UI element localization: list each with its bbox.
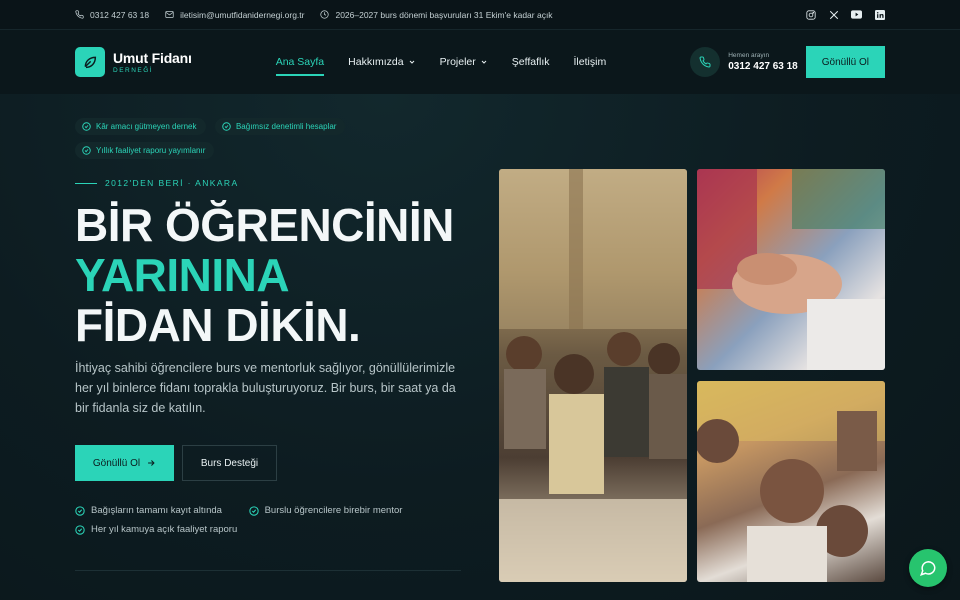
chat-bubble-icon bbox=[919, 561, 936, 576]
badge-nonprofit: Kâr amacı gütmeyen dernek bbox=[75, 118, 206, 135]
linkedin-icon[interactable] bbox=[874, 9, 885, 20]
clock-icon bbox=[320, 10, 330, 19]
nav-item-label: Projeler bbox=[439, 56, 476, 68]
check-circle-icon bbox=[75, 505, 85, 516]
check-circle-icon bbox=[75, 524, 85, 535]
check-circle-icon bbox=[82, 122, 91, 131]
check-label: Her yıl kamuya açık faaliyet raporu bbox=[91, 524, 238, 535]
social-links bbox=[805, 9, 885, 20]
hero-eyebrow: 2012'DEN BERİ · ANKARA bbox=[75, 178, 239, 188]
leaf-logo-icon bbox=[75, 47, 105, 77]
badge-label: Yıllık faaliyet raporu yayımlanır bbox=[96, 146, 206, 155]
phone-icon bbox=[690, 47, 721, 77]
badge-label: Kâr amacı gütmeyen dernek bbox=[96, 122, 197, 131]
main-nav: Umut Fidanı DERNEĞİ Ana Sayfa Hakkımızda… bbox=[0, 30, 960, 94]
mail-icon bbox=[165, 11, 174, 18]
check-item: Bağışların tamamı kayıt altında bbox=[75, 505, 222, 516]
nav-item-home[interactable]: Ana Sayfa bbox=[275, 52, 325, 76]
check-circle-icon bbox=[248, 505, 259, 516]
hero-volunteer-button[interactable]: Gönüllü Ol bbox=[75, 445, 174, 481]
top-bar: 0312 427 63 18 iletisim@umutfidaniderneg… bbox=[0, 0, 960, 30]
nav-item-label: İletişim bbox=[573, 56, 607, 68]
nav-item-contact[interactable]: İletişim bbox=[574, 52, 607, 72]
nav-menu: Ana Sayfa Hakkımızda Projeler Şeffaflık … bbox=[275, 52, 607, 76]
chevron-down-icon bbox=[481, 60, 487, 64]
topbar-email[interactable]: iletisim@umutfidanidernegi.org.tr bbox=[165, 10, 304, 20]
hero-checklist: Bağışların tamamı kayıt altında Burslu ö… bbox=[75, 505, 435, 543]
topbar-notice-text: 2026–2027 burs dönemi başvuruları 31 Eki… bbox=[335, 9, 553, 20]
trust-badges: Kâr amacı gütmeyen dernek Bağımsız denet… bbox=[75, 118, 375, 166]
nav-item-about[interactable]: Hakkımızda bbox=[348, 52, 415, 72]
button-label: Gönüllü Ol bbox=[92, 457, 141, 469]
arrow-right-icon bbox=[148, 460, 155, 466]
youtube-icon[interactable] bbox=[851, 9, 862, 20]
headline-line-1: BİR ÖĞRENCİNİN bbox=[75, 199, 454, 251]
scholarship-support-button[interactable]: Burs Desteği bbox=[182, 445, 277, 481]
badge-audited: Bağımsız denetimli hesaplar bbox=[214, 118, 346, 135]
call-box[interactable]: Hemen arayın 0312 427 63 18 Gönüllü Ol bbox=[690, 46, 885, 78]
stats-divider bbox=[75, 570, 461, 571]
nav-item-label: Şeffaflık bbox=[511, 56, 550, 68]
check-circle-icon bbox=[82, 146, 91, 155]
chevron-down-icon bbox=[409, 60, 414, 64]
nav-item-projects[interactable]: Projeler bbox=[440, 52, 488, 72]
topbar-notice: 2026–2027 burs dönemi başvuruları 31 Eki… bbox=[320, 9, 553, 20]
nav-item-label: Ana Sayfa bbox=[275, 56, 325, 68]
volunteer-button[interactable]: Gönüllü Ol bbox=[805, 46, 885, 78]
badge-annual-report: Yıllık faaliyet raporu yayımlanır bbox=[75, 142, 215, 159]
topbar-email-text: iletisim@umutfidanidernegi.org.tr bbox=[180, 9, 305, 20]
smiling-children-photo bbox=[697, 381, 885, 582]
brand-subtitle: DERNEĞİ bbox=[113, 67, 154, 74]
topbar-phone[interactable]: 0312 427 63 18 bbox=[75, 10, 149, 20]
eyebrow-text: 2012'DEN BERİ · ANKARA bbox=[105, 178, 239, 188]
brand-name: Umut Fidanı bbox=[113, 50, 192, 66]
check-item: Her yıl kamuya açık faaliyet raporu bbox=[75, 524, 237, 535]
instagram-icon[interactable] bbox=[805, 9, 816, 20]
call-label: Hemen arayın bbox=[728, 52, 770, 59]
headline-line-2: YARININA bbox=[75, 249, 290, 301]
check-label: Bağışların tamamı kayıt altında bbox=[91, 505, 222, 516]
check-label: Burslu öğrencilere birebir mentor bbox=[264, 505, 403, 516]
check-item: Burslu öğrencilere birebir mentor bbox=[248, 505, 403, 516]
eyebrow-line bbox=[75, 182, 97, 184]
children-classroom-photo bbox=[499, 169, 687, 582]
badge-label: Bağımsız denetimli hesaplar bbox=[235, 122, 337, 131]
logo[interactable]: Umut Fidanı DERNEĞİ bbox=[75, 47, 192, 77]
topbar-phone-text: 0312 427 63 18 bbox=[90, 9, 150, 20]
nav-item-transparency[interactable]: Şeffaflık bbox=[512, 52, 550, 72]
hero-cta-group: Gönüllü Ol Burs Desteği bbox=[75, 445, 277, 481]
call-number: 0312 427 63 18 bbox=[728, 61, 798, 72]
hands-together-photo bbox=[697, 169, 885, 370]
x-icon[interactable] bbox=[828, 9, 839, 20]
hero-description: İhtiyaç sahibi öğrencilere burs ve mento… bbox=[75, 361, 456, 415]
chat-button[interactable] bbox=[909, 549, 947, 587]
nav-item-label: Hakkımızda bbox=[348, 56, 404, 68]
check-circle-icon bbox=[222, 122, 231, 131]
headline-line-3: FİDAN DİKİN. bbox=[75, 299, 361, 351]
phone-icon bbox=[75, 10, 84, 19]
hero-headline: BİR ÖĞRENCİNİN YARININA FİDAN DİKİN. bbox=[75, 200, 454, 350]
